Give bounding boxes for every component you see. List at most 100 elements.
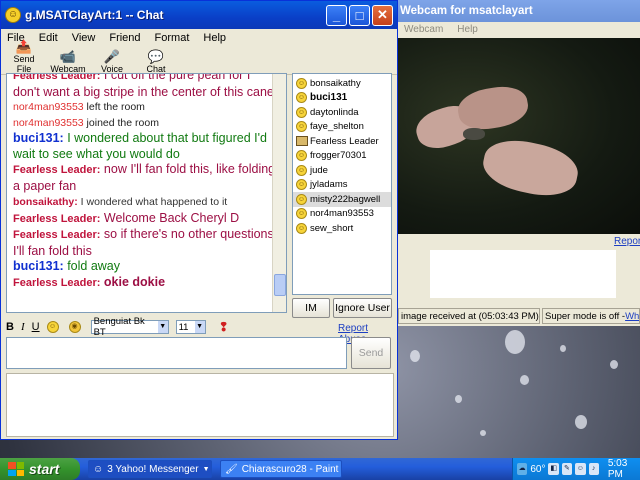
close-button[interactable]: ✕ — [372, 4, 393, 26]
yahoo-tray-icon[interactable]: ☺ — [575, 463, 586, 475]
minimize-button[interactable]: _ — [326, 4, 347, 26]
taskbar-yahoo-messenger[interactable]: ☺ 3 Yahoo! Messenger ▼ — [88, 460, 212, 478]
user-list-item[interactable]: ☺ bonsaikathy — [293, 76, 391, 91]
font-select-value: Benguiat Bk BT — [93, 316, 145, 338]
message-sender[interactable]: nor4man93553 — [13, 101, 84, 113]
webcam-icon — [296, 136, 308, 147]
user-list-item[interactable]: Fearless Leader — [293, 134, 391, 149]
yahoo-smiley-icon: ☺ — [93, 463, 104, 475]
snowflake — [455, 395, 462, 403]
message-sender[interactable]: Fearless Leader: — [13, 74, 100, 82]
maximize-button[interactable]: □ — [349, 4, 370, 26]
menu-help[interactable]: Help — [457, 24, 478, 35]
scrollbar-thumb[interactable] — [274, 274, 286, 296]
snowflake — [610, 360, 618, 369]
taskbar: start ☺ 3 Yahoo! Messenger ▼ 🖌 Chiarascu… — [0, 458, 640, 480]
paint-icon: 🖌 — [225, 463, 238, 475]
pen-icon[interactable]: ✎ — [561, 463, 573, 475]
send-button[interactable]: Send — [351, 337, 391, 369]
user-list-item[interactable]: ☺ faye_shelton — [293, 120, 391, 135]
user-list-item[interactable]: ☺ misty222bagwell — [293, 192, 391, 207]
message-sender[interactable]: buci131: — [13, 131, 64, 145]
user-name: buci131 — [310, 92, 348, 104]
user-list-item[interactable]: ☺ jyladams — [293, 178, 391, 193]
message-sender[interactable]: Fearless Leader: — [13, 213, 100, 225]
user-name: misty222bagwell — [310, 193, 381, 205]
user-list[interactable]: ☺ bonsaikathy ☺ buci131 ☺ daytonlinda ☺ faye_sh… — [292, 73, 392, 295]
chat-button[interactable]: 💬 Chat — [137, 50, 175, 75]
message-scrollbar[interactable] — [272, 74, 286, 312]
user-list-item[interactable]: ☺ nor4man93553 — [293, 207, 391, 222]
message-text: left the room — [83, 101, 145, 113]
user-list-item[interactable]: ☺ daytonlinda — [293, 105, 391, 120]
chevron-down-icon: ▼ — [157, 321, 168, 333]
start-button[interactable]: start — [0, 458, 80, 480]
taskbar-yahoo-label: 3 Yahoo! Messenger — [107, 463, 199, 475]
message-text: Welcome Back Cheryl D — [100, 210, 240, 225]
clay-cane — [463, 128, 485, 140]
voice-button[interactable]: 🎤 Voice — [93, 49, 131, 75]
smiley-icon: ☺ — [296, 92, 307, 104]
microphone-icon: 🎤 — [103, 49, 121, 64]
message-sender[interactable]: nor4man93553 — [13, 117, 84, 129]
chat-window-title: g.MSATClayArt:1 -- Chat — [25, 8, 164, 22]
smiley-icon: ☺ — [296, 150, 307, 162]
message-sender[interactable]: bonsaikathy: — [13, 196, 78, 208]
network-icon[interactable]: ◧ — [548, 463, 559, 475]
message-history[interactable]: Fearless Leader: I cut off the pure pear… — [6, 73, 287, 313]
yahoo-smiley-icon: ☺ — [5, 7, 21, 23]
underline-button[interactable]: U — [32, 321, 40, 333]
user-list-item[interactable]: ☺ sew_short — [293, 221, 391, 236]
hand-right — [478, 133, 583, 203]
smiley-icon: ☺ — [296, 179, 307, 191]
user-name: frogger70301 — [310, 150, 367, 162]
snowflake — [410, 350, 420, 362]
user-name: faye_shelton — [310, 121, 364, 133]
image-received-status: image received at (05:03:43 PM) — [398, 308, 540, 324]
taskbar-paint[interactable]: 🖌 Chiarascuro28 - Paint — [220, 460, 342, 478]
font-size-select[interactable]: 11 ▼ — [175, 320, 206, 334]
message-sender[interactable]: Fearless Leader: — [13, 277, 100, 289]
ad-area — [6, 373, 394, 437]
chat-toolbar: 📤 Send File 📹 Webcam 🎤 Voice 💬 Chat — [1, 40, 397, 75]
italic-button[interactable]: I — [21, 321, 25, 333]
chat-titlebar[interactable]: ☺ g.MSATClayArt:1 -- Chat _ □ ✕ — [1, 1, 397, 29]
user-name: jude — [310, 164, 328, 176]
chat-message: Fearless Leader: so if there's no other … — [13, 227, 280, 259]
volume-icon[interactable]: ♪ — [588, 463, 599, 475]
emoticon-icon[interactable]: ☺ — [46, 321, 59, 333]
user-list-item[interactable]: ☺ jude — [293, 163, 391, 178]
send-file-button[interactable]: 📤 Send File — [5, 40, 43, 75]
chevron-down-icon: ▼ — [202, 465, 210, 473]
message-sender[interactable]: Fearless Leader: — [13, 164, 100, 176]
message-input[interactable] — [6, 337, 347, 369]
font-select[interactable]: Benguiat Bk BT ▼ — [90, 316, 169, 338]
bold-button[interactable]: B — [6, 321, 14, 333]
user-list-item[interactable]: ☺ buci131 — [293, 91, 391, 106]
font-size-value: 11 — [178, 321, 189, 333]
taskbar-paint-label: Chiarascuro28 - Paint — [241, 463, 339, 475]
user-name: jyladams — [310, 179, 348, 191]
ignore-user-button[interactable]: Ignore User — [333, 298, 392, 318]
imvironment-icon[interactable]: ❢ — [219, 320, 229, 334]
webcam-button[interactable]: 📹 Webcam — [49, 50, 87, 75]
webcam-report-link[interactable]: Report — [614, 236, 640, 247]
super-mode-what-link[interactable]: What — [625, 311, 639, 322]
super-mode-text: Super mode is off - — [545, 310, 626, 322]
super-mode-status: Super mode is off - What — [542, 308, 640, 324]
audible-icon[interactable]: ◉ — [68, 321, 81, 333]
menu-friend[interactable]: Friend — [109, 32, 140, 44]
weather-icon[interactable]: ☁ — [517, 463, 528, 475]
menu-webcam[interactable]: Webcam — [404, 24, 443, 35]
message-sender[interactable]: buci131: — [13, 259, 64, 273]
chat-menubar: File Edit View Friend Format Help — [1, 29, 397, 47]
format-toolbar: B I U ☺ ◉ Benguiat Bk BT ▼ 11 ▼ ❢ — [6, 316, 394, 338]
im-button[interactable]: IM — [292, 298, 330, 318]
user-list-item[interactable]: ☺ frogger70301 — [293, 149, 391, 164]
menu-format[interactable]: Format — [155, 32, 190, 44]
message-sender[interactable]: Fearless Leader: — [13, 229, 100, 241]
menu-view[interactable]: View — [72, 32, 96, 44]
menu-help[interactable]: Help — [203, 32, 226, 44]
temperature-label[interactable]: 60° — [530, 464, 545, 475]
webcam-titlebar[interactable]: Webcam for msatclayart — [398, 0, 640, 22]
